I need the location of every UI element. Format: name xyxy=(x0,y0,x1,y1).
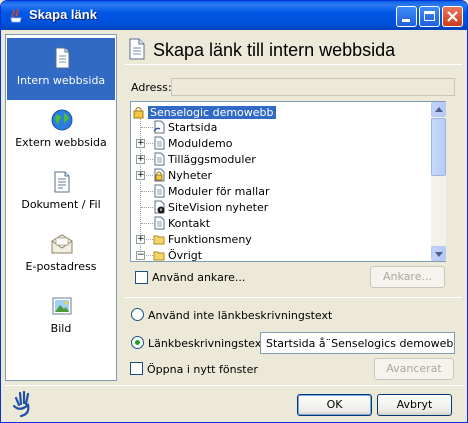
footer-divider xyxy=(5,385,464,386)
options-divider xyxy=(125,297,462,298)
info-page-icon xyxy=(154,200,165,214)
tree-scrollbar[interactable] xyxy=(431,102,446,261)
tree-item[interactable]: Kontakt xyxy=(153,215,210,231)
tree-item-label: Kontakt xyxy=(168,216,211,230)
minimize-icon xyxy=(402,19,410,22)
anchor-button[interactable]: Ankare... xyxy=(370,266,445,288)
page-title: Skapa länk till intern webbsida xyxy=(153,40,396,60)
tree-item[interactable]: SiteVision nyheter xyxy=(153,199,268,215)
header-divider xyxy=(125,64,462,65)
link-page-icon xyxy=(153,120,165,134)
lock-page-icon xyxy=(154,168,165,182)
description-label: Länkbeskrivningstext: xyxy=(148,337,270,350)
maximize-icon xyxy=(424,11,435,21)
maximize-button[interactable] xyxy=(419,6,440,27)
tree-item-label: Nyheter xyxy=(168,168,213,182)
title-bar[interactable]: Skapa länk xyxy=(1,1,467,30)
page-icon xyxy=(129,38,145,60)
tree-guide-line xyxy=(146,239,153,240)
description-radio[interactable] xyxy=(131,336,144,349)
tree-item-label: Funktionsmeny xyxy=(168,232,252,246)
advanced-button[interactable]: Avancerat xyxy=(374,358,454,380)
page-icon xyxy=(154,184,165,198)
anchor-checkbox[interactable] xyxy=(135,271,148,284)
sidebar-item-extern-webbsida[interactable]: Extern webbsida xyxy=(7,100,115,162)
globe-icon xyxy=(51,109,73,131)
expand-icon[interactable]: + xyxy=(136,171,145,180)
tree-guide-line xyxy=(141,191,153,192)
tree-guide-line xyxy=(146,255,153,256)
envelope-icon xyxy=(51,234,73,254)
anchor-checkbox-label: Använd ankare... xyxy=(152,271,246,284)
expand-icon[interactable]: + xyxy=(136,139,145,148)
tree-guide-line xyxy=(140,114,141,254)
tree-item[interactable]: Moduldemo xyxy=(153,135,232,151)
sidebar-item-label: Dokument / Fil xyxy=(21,198,101,211)
page-icon xyxy=(55,47,70,69)
tree-item[interactable]: Tilläggsmoduler xyxy=(153,151,256,167)
tree-item[interactable]: Funktionsmeny xyxy=(153,231,252,247)
sidebar-item-dokument-fil[interactable]: Dokument / Fil xyxy=(7,162,115,224)
image-icon xyxy=(52,297,72,315)
ok-button[interactable]: OK xyxy=(297,394,372,416)
sidebar-item-intern-webbsida[interactable]: Intern webbsida xyxy=(7,38,115,100)
tree-guide-line xyxy=(141,223,153,224)
folder-icon xyxy=(153,235,165,245)
tree-root[interactable]: Senselogic demowebb xyxy=(133,104,276,120)
scroll-thumb[interactable] xyxy=(431,118,446,176)
expand-icon[interactable]: + xyxy=(136,155,145,164)
scroll-down-button[interactable] xyxy=(431,246,446,261)
tree-item[interactable]: Nyheter xyxy=(153,167,212,183)
no-description-radio[interactable] xyxy=(131,308,144,321)
tree-item-label: SiteVision nyheter xyxy=(168,200,269,214)
tree-item[interactable]: Moduler för mallar xyxy=(153,183,269,199)
tree-guide-line xyxy=(146,143,153,144)
window-title: Skapa länk xyxy=(29,7,97,22)
scroll-up-button[interactable] xyxy=(431,102,446,117)
tree-item[interactable]: Startsida xyxy=(153,119,217,135)
new-window-checkbox[interactable] xyxy=(130,362,143,375)
tree-guide-line xyxy=(146,159,153,160)
sidebar-item-label: Bild xyxy=(50,322,72,335)
description-input[interactable]: Startsida å¨Senselogics demowebb xyxy=(260,332,455,354)
link-type-sidebar: Intern webbsida Extern webbsida Dokument… xyxy=(5,34,117,381)
java-cup-icon xyxy=(10,8,22,23)
arrow-up-icon xyxy=(435,107,443,112)
tree-guide-line xyxy=(141,127,153,128)
close-button[interactable] xyxy=(442,6,463,27)
tree-guide-line xyxy=(146,175,153,176)
expand-icon[interactable]: + xyxy=(136,235,145,244)
sidebar-item-bild[interactable]: Bild xyxy=(7,286,115,348)
page-tree[interactable]: Senselogic demowebb Startsida + Moduldem… xyxy=(130,101,446,262)
tree-item-label: Moduldemo xyxy=(168,136,233,150)
tree-item-label: Tilläggsmoduler xyxy=(168,152,256,166)
dialog-window: Skapa länk Intern webbsida Extern webbsi… xyxy=(0,0,468,423)
tree-item-label: Moduler för mallar xyxy=(168,184,270,198)
new-window-label: Öppna i nytt fönster xyxy=(147,363,258,376)
minimize-button[interactable] xyxy=(396,6,417,27)
tree-root-label: Senselogic demowebb xyxy=(148,105,276,119)
cancel-button[interactable]: Avbryt xyxy=(377,394,452,416)
address-label: Adress: xyxy=(131,81,172,94)
document-icon xyxy=(54,171,70,193)
arrow-down-icon xyxy=(435,252,443,257)
close-icon xyxy=(447,11,458,22)
folder-icon xyxy=(153,251,165,261)
tree-item-label: Startsida xyxy=(168,120,218,134)
page-icon xyxy=(154,152,165,166)
tree-item-label: Övrigt xyxy=(168,248,203,262)
collapse-icon[interactable]: − xyxy=(136,251,145,260)
tree-guide-line xyxy=(141,207,153,208)
sidebar-item-label: Intern webbsida xyxy=(16,74,106,87)
sidebar-item-e-postadress[interactable]: E-postadress xyxy=(7,224,115,286)
no-description-label: Använd inte länkbeskrivningstext xyxy=(148,309,333,322)
address-field xyxy=(171,78,455,96)
sidebar-item-label: Extern webbsida xyxy=(15,136,107,149)
page-icon xyxy=(154,216,165,230)
lock-folder-icon xyxy=(133,107,144,119)
senselogic-logo-icon xyxy=(12,390,30,418)
page-icon xyxy=(154,136,165,150)
sidebar-item-label: E-postadress xyxy=(25,260,97,273)
tree-item[interactable]: Övrigt xyxy=(153,247,203,262)
